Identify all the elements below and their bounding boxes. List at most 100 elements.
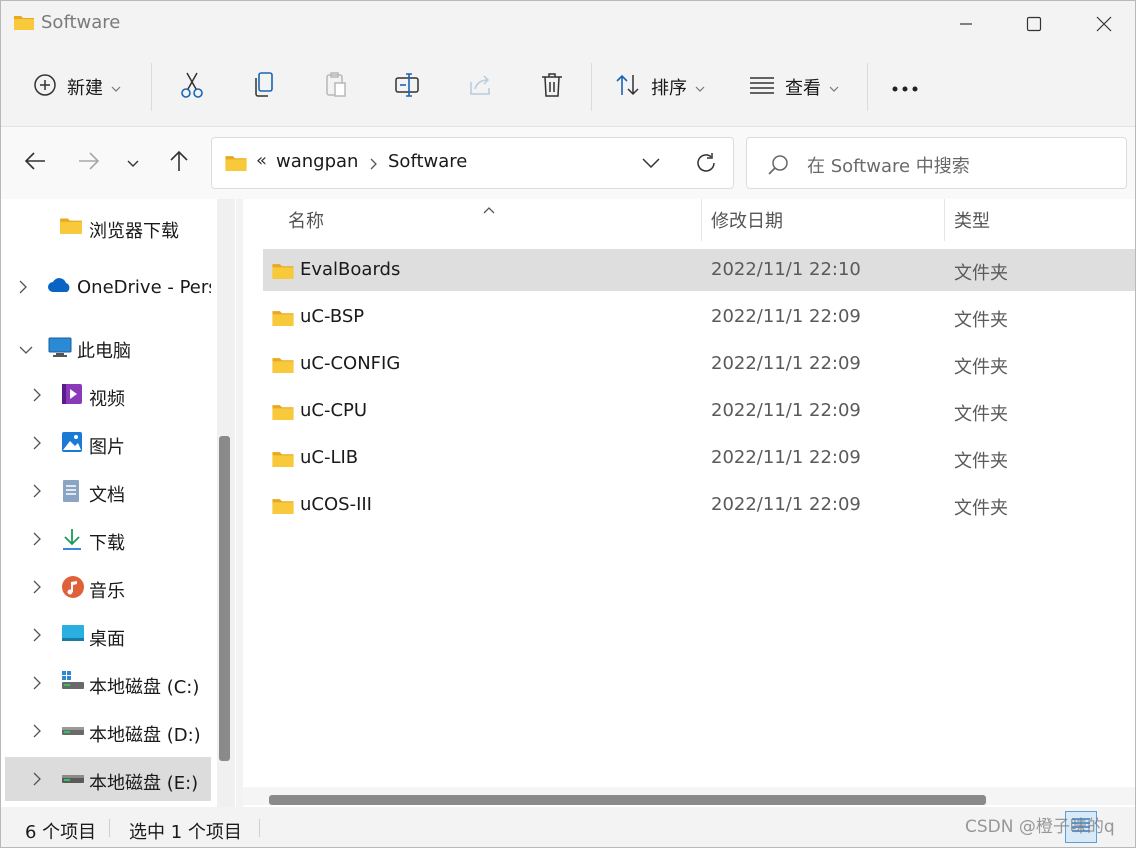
nav-item-browser-downloads[interactable]: 浏览器下载 [5, 205, 211, 249]
nav-item-videos[interactable]: 视频 [5, 373, 211, 417]
file-row[interactable]: uCOS-III 2022/11/1 22:09 文件夹 [263, 484, 1135, 526]
nav-item-drive-d[interactable]: 本地磁盘 (D:) [5, 709, 211, 753]
nav-scrollbar-thumb[interactable] [219, 436, 230, 761]
nav-item-documents[interactable]: 文档 [5, 469, 211, 513]
system-drive-icon [61, 671, 85, 695]
nav-item-downloads[interactable]: 下载 [5, 517, 211, 561]
divider [109, 819, 110, 837]
chevron-right-icon[interactable] [33, 675, 41, 695]
file-modified: 2022/11/1 22:09 [711, 306, 861, 327]
file-type: 文件夹 [954, 451, 1008, 472]
column-divider[interactable] [701, 199, 702, 241]
sort-button[interactable]: 排序 [615, 67, 705, 107]
chevron-right-icon[interactable] [33, 531, 41, 551]
chevron-right-icon[interactable] [33, 579, 41, 599]
refresh-icon[interactable] [694, 151, 718, 180]
delete-button[interactable] [537, 67, 567, 107]
file-row[interactable]: EvalBoards 2022/11/1 22:10 文件夹 [263, 249, 1135, 291]
file-row[interactable]: uC-CONFIG 2022/11/1 22:09 文件夹 [263, 343, 1135, 385]
chevron-right-icon[interactable] [33, 387, 41, 407]
pictures-icon [61, 431, 85, 455]
horizontal-scrollbar-thumb[interactable] [269, 795, 986, 805]
breadcrumb-wangpan[interactable]: wangpan [276, 151, 358, 172]
nav-item-onedrive[interactable]: OneDrive - Pers [5, 265, 211, 309]
file-explorer-window: Software 新建 排序 查看 « wangpan Software 在 S… [0, 0, 1136, 848]
up-button[interactable] [161, 145, 197, 181]
drive-icon [61, 767, 85, 791]
column-header-type[interactable]: 类型 [954, 199, 990, 241]
arrow-up-icon [169, 150, 189, 177]
new-button[interactable]: 新建 [33, 67, 121, 107]
chevron-right-icon[interactable] [33, 723, 41, 743]
arrow-right-icon [78, 151, 100, 176]
nav-item-label: 本地磁盘 (C:) [89, 677, 200, 698]
breadcrumb-software[interactable]: Software [388, 151, 467, 172]
sort-icon [615, 73, 641, 102]
address-bar[interactable]: « wangpan Software [211, 137, 734, 189]
nav-item-drive-e[interactable]: 本地磁盘 (E:) [5, 757, 211, 801]
forward-button[interactable] [71, 145, 107, 181]
more-dots-icon [891, 77, 919, 97]
more-options-button[interactable] [889, 67, 921, 107]
file-name: uC-CONFIG [300, 353, 401, 374]
chevron-right-icon[interactable] [33, 435, 41, 455]
column-header-name[interactable]: 名称 [288, 199, 324, 241]
share-button[interactable] [465, 67, 495, 107]
view-button[interactable]: 查看 [749, 67, 839, 107]
nav-item-desktop[interactable]: 桌面 [5, 613, 211, 657]
command-bar: 新建 排序 查看 [1, 47, 1135, 127]
new-button-label: 新建 [67, 78, 103, 99]
chevron-down-icon [127, 153, 139, 173]
nav-item-pictures[interactable]: 图片 [5, 421, 211, 465]
title-bar: Software [1, 1, 1135, 47]
chevron-right-icon[interactable] [33, 627, 41, 647]
chevron-right-icon[interactable] [19, 279, 27, 299]
rename-icon [394, 71, 422, 104]
cut-button[interactable] [177, 67, 207, 107]
breadcrumb-overflow[interactable]: « [256, 150, 267, 171]
nav-item-music[interactable]: 音乐 [5, 565, 211, 609]
folder-icon [271, 402, 295, 426]
maximize-button[interactable] [999, 1, 1069, 47]
file-name: uCOS-III [300, 494, 372, 515]
address-row: « wangpan Software 在 Software 中搜索 [1, 127, 1135, 199]
watermark: CSDN @橙子味的q [965, 817, 1115, 837]
divider [151, 63, 152, 111]
copy-icon [252, 71, 276, 104]
column-header-modified[interactable]: 修改日期 [711, 199, 783, 241]
file-list: 名称 修改日期 类型 EvalBoards 2022/11/1 22:10 文件… [243, 199, 1135, 807]
paste-button[interactable] [321, 67, 351, 107]
share-icon [467, 72, 493, 103]
arrow-left-icon [24, 151, 46, 176]
plus-circle-icon [33, 73, 57, 102]
minimize-button[interactable] [931, 1, 1001, 47]
file-modified: 2022/11/1 22:09 [711, 400, 861, 421]
column-divider[interactable] [944, 199, 945, 241]
onedrive-cloud-icon [47, 275, 71, 299]
chevron-right-icon[interactable] [33, 771, 41, 791]
nav-item-this-pc[interactable]: 此电脑 [5, 325, 211, 369]
close-button[interactable] [1069, 1, 1135, 47]
address-history-dropdown[interactable] [640, 152, 662, 179]
folder-icon [271, 261, 295, 285]
nav-item-label: 本地磁盘 (E:) [89, 773, 199, 794]
nav-item-drive-c[interactable]: 本地磁盘 (C:) [5, 661, 211, 705]
recent-locations-button[interactable] [115, 145, 151, 181]
chevron-down-icon[interactable] [19, 339, 33, 359]
videos-icon [61, 383, 85, 407]
file-name: EvalBoards [300, 259, 401, 280]
nav-item-label: 桌面 [89, 629, 125, 650]
rename-button[interactable] [393, 67, 423, 107]
folder-icon [224, 153, 248, 177]
file-type: 文件夹 [954, 357, 1008, 378]
chevron-right-icon[interactable] [33, 483, 41, 503]
file-row[interactable]: uC-LIB 2022/11/1 22:09 文件夹 [263, 437, 1135, 479]
divider [867, 63, 868, 111]
file-row[interactable]: uC-BSP 2022/11/1 22:09 文件夹 [263, 296, 1135, 338]
file-type: 文件夹 [954, 263, 1008, 284]
back-button[interactable] [17, 145, 53, 181]
copy-button[interactable] [249, 67, 279, 107]
file-row[interactable]: uC-CPU 2022/11/1 22:09 文件夹 [263, 390, 1135, 432]
search-box[interactable]: 在 Software 中搜索 [746, 137, 1127, 189]
sort-ascending-icon [483, 199, 495, 219]
